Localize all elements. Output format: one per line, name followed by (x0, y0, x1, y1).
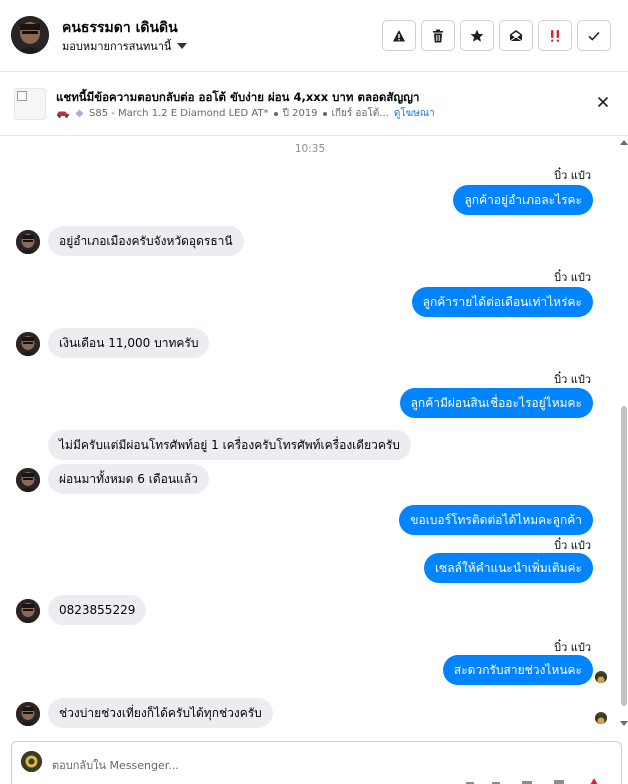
outgoing-message[interactable]: ลูกค้าอยู่อำเภอละไรคะ (453, 185, 593, 215)
chevron-down-icon (177, 43, 188, 49)
check-icon (588, 31, 600, 41)
incoming-message[interactable]: ไม่มีครับแต่มีผ่อนโทรศัพท์อยู่ 1 เครื่อง… (48, 430, 411, 460)
envelope-open-icon (509, 30, 523, 42)
incoming-message[interactable]: อยู่อำเภอเมืองครับจังหวัดอุดรธานี (48, 226, 244, 256)
delete-button[interactable] (421, 20, 455, 51)
sender-name: บิ๋ว แป๋ว (554, 641, 591, 654)
contact-avatar-small (16, 468, 40, 492)
listing-thumbnail[interactable] (14, 88, 46, 120)
sender-name: บิ๋ว แป๋ว (554, 271, 591, 284)
contact-avatar-small (16, 599, 40, 623)
separator-dot (322, 111, 327, 116)
mark-read-button[interactable] (499, 20, 533, 51)
header-actions (382, 20, 611, 51)
seen-avatar (595, 671, 607, 683)
page-avatar (21, 751, 42, 772)
outgoing-message[interactable]: ขอเบอร์โทรติดต่อได้ไหมคะลูกค้า (399, 505, 593, 535)
contact-avatar[interactable] (11, 16, 49, 54)
star-button[interactable] (460, 20, 494, 51)
outgoing-message[interactable]: สะดวกรับสายช่วงไหนคะ (442, 655, 593, 685)
contact-avatar-small (16, 230, 40, 254)
scrollbar-thumb[interactable] (621, 406, 627, 706)
priority-button[interactable] (538, 20, 572, 51)
close-icon (597, 96, 609, 108)
listing-gear: เกียร์ ออโต้... (331, 108, 389, 119)
sender-name: บิ๋ว แป๋ว (554, 539, 591, 552)
sender-name: บิ๋ว แป๋ว (554, 373, 591, 386)
trash-icon (433, 29, 443, 42)
conversation-header: คนธรรมดา เดินดิน มอบหมายการสนทนานี้ (0, 0, 628, 72)
outgoing-message[interactable]: ลูกค้ารายได้ต่อเดือนเท่าไหร่คะ (411, 287, 593, 317)
star-icon (470, 29, 484, 42)
contact-avatar-small (16, 702, 40, 726)
view-ad-link[interactable]: ดูโฆษณา (394, 106, 435, 121)
outgoing-message[interactable]: เซลล์ให้คำแนะนำเพิ่มเติมค่ะ (423, 553, 593, 583)
incoming-message[interactable]: เงินเดือน 11,000 บาทครับ (48, 328, 210, 358)
scroll-up-arrow[interactable] (620, 140, 628, 145)
message-timestamp: 10:35 (294, 143, 326, 155)
listing-year: ปี 2019 (282, 108, 318, 119)
scroll-down-arrow[interactable] (620, 721, 628, 726)
car-icon (57, 111, 69, 118)
listing-meta: S85 - March 1.2 E Diamond LED AT* ปี 201… (56, 106, 435, 121)
diamond-icon (75, 109, 84, 118)
warning-icon (393, 29, 405, 41)
ad-listing-bar: แชทนี้มีข้อความตอบกลับต่อ ออโต้ ขับง่าย … (0, 72, 628, 136)
contact-name[interactable]: คนธรรมดา เดินดิน (62, 17, 178, 39)
report-button[interactable] (382, 20, 416, 51)
assign-label: มอบหมายการสนทนานี้ (62, 40, 172, 53)
outgoing-message[interactable]: ลูกค้ามีผ่อนสินเชื่ออะไรอยู่ไหมคะ (399, 388, 593, 418)
mark-done-button[interactable] (577, 20, 611, 51)
sender-name: บิ๋ว แป๋ว (554, 169, 591, 182)
contact-avatar-small (16, 332, 40, 356)
listing-title: แชทนี้มีข้อความตอบกลับต่อ ออโต้ ขับง่าย … (56, 90, 420, 104)
message-composer[interactable]: ตอบกลับใน Messenger... (11, 741, 622, 784)
reply-input[interactable]: ตอบกลับใน Messenger... (52, 756, 179, 774)
priority-icon (551, 29, 559, 42)
close-listing-button[interactable] (594, 93, 612, 111)
incoming-message[interactable]: ช่วงบ่ายช่วงเที่ยงก็ได้ครับได้ทุกช่วงครั… (48, 698, 273, 728)
incoming-message[interactable]: ผ่อนมาทั้งหมด 6 เดือนแล้ว (48, 464, 209, 494)
separator-dot (273, 111, 278, 116)
listing-model: S85 - March 1.2 E Diamond LED AT* (89, 108, 269, 119)
seen-avatar (595, 712, 607, 724)
composer-toolbar-icons[interactable] (462, 778, 612, 784)
assign-conversation-dropdown[interactable]: มอบหมายการสนทนานี้ (62, 37, 188, 55)
incoming-message[interactable]: 0823855229 (48, 595, 147, 625)
